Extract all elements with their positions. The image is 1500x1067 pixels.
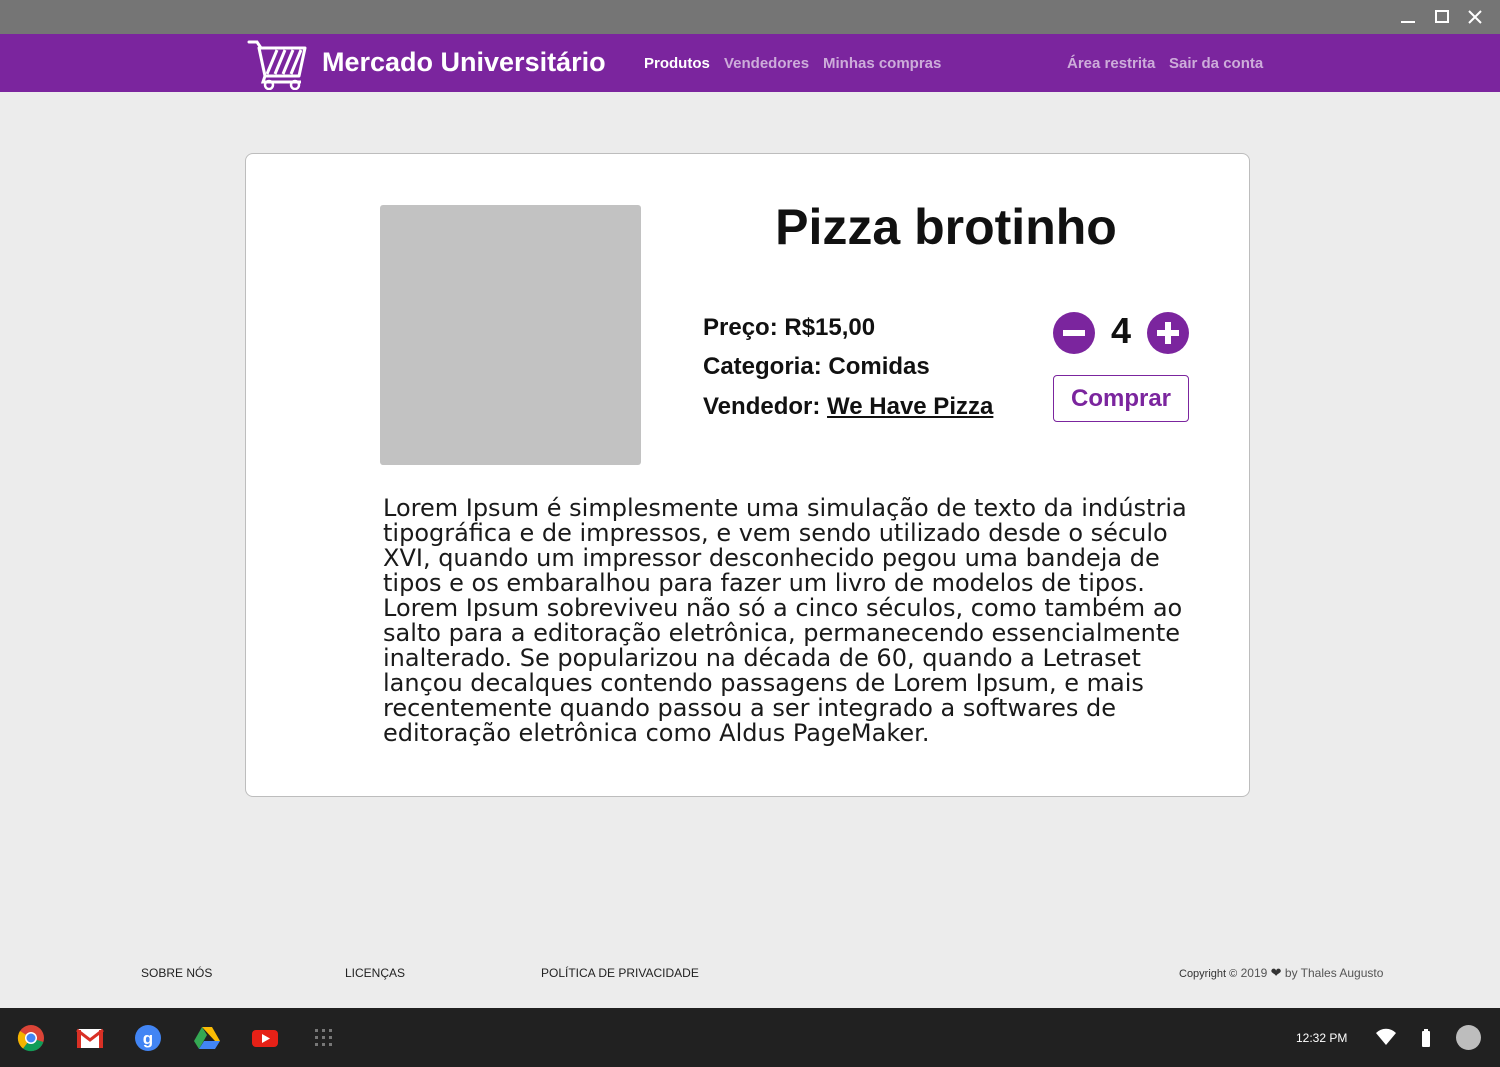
seller-label: Vendedor: <box>703 393 821 420</box>
product-price: Preço: R$15,00 <box>703 314 875 342</box>
heart-icon: ❤ <box>1270 965 1282 980</box>
minus-icon <box>1063 330 1085 336</box>
quantity-value: 4 <box>1110 310 1132 351</box>
copyright-prefix: Copyright © <box>1179 968 1238 980</box>
product-card: Pizza brotinho Preço: R$15,00 Categoria:… <box>245 153 1250 797</box>
buy-button[interactable]: Comprar <box>1053 375 1189 422</box>
product-seller: Vendedor: We Have Pizza <box>703 393 993 421</box>
category-label: Categoria: <box>703 353 822 380</box>
nav-area-restrita[interactable]: Área restrita <box>1067 55 1155 72</box>
footer-link-privacidade[interactable]: POLÍTICA DE PRIVACIDADE <box>541 966 699 980</box>
nav-produtos[interactable]: Produtos <box>644 55 710 72</box>
minimize-icon[interactable] <box>1396 6 1420 28</box>
price-value: R$15,00 <box>784 314 876 341</box>
product-description: Lorem Ipsum é simplesmente uma simulação… <box>383 494 1187 747</box>
shopping-cart-icon <box>247 38 309 91</box>
nav-vendedores[interactable]: Vendedores <box>724 55 809 72</box>
plus-icon <box>1157 322 1179 344</box>
close-icon[interactable] <box>1463 6 1487 28</box>
chrome-icon[interactable] <box>17 1024 45 1052</box>
price-label: Preço: <box>703 314 778 341</box>
copyright-author: by Thales Augusto <box>1284 966 1384 980</box>
quantity-decrease-button[interactable] <box>1053 312 1095 354</box>
footer-link-sobre-nos[interactable]: SOBRE NÓS <box>141 966 212 980</box>
product-image <box>380 205 641 465</box>
footer-link-licencas[interactable]: LICENÇAS <box>345 966 405 980</box>
clock-time[interactable]: 12:32 PM <box>1296 1031 1347 1045</box>
wifi-icon[interactable] <box>1376 1028 1396 1051</box>
copyright: Copyright © 2019 ❤ by Thales Augusto <box>1179 965 1383 981</box>
quantity-increase-button[interactable] <box>1147 312 1189 354</box>
product-title: Pizza brotinho <box>775 199 1117 255</box>
google-search-icon[interactable]: g <box>134 1024 162 1052</box>
app-title[interactable]: Mercado Universitário <box>322 47 606 78</box>
category-value: Comidas <box>828 353 930 380</box>
battery-icon[interactable] <box>1421 1029 1431 1052</box>
copyright-year: 2019 <box>1240 966 1268 980</box>
avatar[interactable] <box>1456 1025 1481 1050</box>
app-header: Mercado Universitário Produtos Vendedore… <box>0 34 1500 92</box>
drive-icon[interactable] <box>193 1024 221 1052</box>
seller-link[interactable]: We Have Pizza <box>827 393 993 420</box>
product-category: Categoria: Comidas <box>703 353 930 381</box>
nav-sair-da-conta[interactable]: Sair da conta <box>1169 55 1263 72</box>
launcher-icon[interactable] <box>310 1024 338 1052</box>
gmail-icon[interactable] <box>76 1024 104 1052</box>
youtube-icon[interactable] <box>251 1024 279 1052</box>
svg-text:g: g <box>143 1029 153 1048</box>
nav-minhas-compras[interactable]: Minhas compras <box>823 55 941 72</box>
maximize-icon[interactable] <box>1430 6 1454 28</box>
os-taskbar: g 12:32 PM <box>0 1008 1500 1067</box>
window-titlebar <box>0 0 1500 34</box>
